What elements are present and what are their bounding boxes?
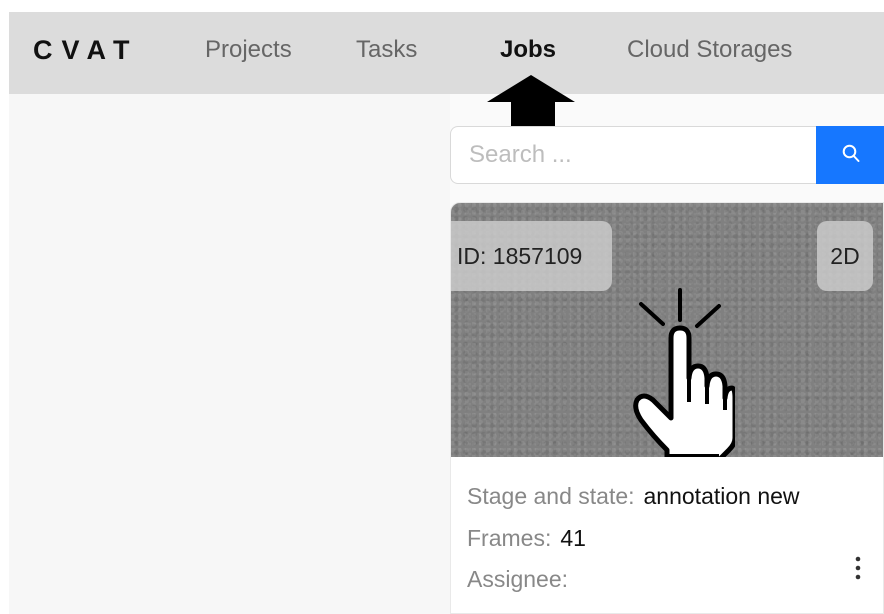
stage-state-label: Stage and state [467, 483, 629, 509]
dimension-badge: 2D [817, 221, 873, 291]
frames-label: Frames [467, 525, 545, 551]
label-colon: : [561, 566, 569, 592]
job-id-badge: ID: 1857109 [451, 221, 612, 291]
stage-state-value: annotation new [643, 483, 800, 509]
job-card[interactable]: ID: 1857109 2D Stage and state: annotatio… [450, 202, 884, 614]
assignee-label: Assignee [467, 566, 562, 592]
label-colon: : [628, 483, 635, 509]
cvat-logo[interactable]: CVAT [33, 32, 139, 68]
left-content-pane [9, 94, 450, 614]
frames-value: 41 [560, 525, 586, 551]
nav-cloud-storages[interactable]: Cloud Storages [627, 34, 792, 66]
job-preview-image[interactable]: ID: 1857109 2D [451, 203, 883, 463]
search-icon [842, 144, 860, 162]
stage-state-row: Stage and state: annotation new [467, 481, 800, 511]
assignee-row: Assignee: [467, 564, 577, 594]
pointing-hand-icon [633, 288, 735, 463]
frames-row: Frames: 41 [467, 523, 586, 553]
nav-tasks[interactable]: Tasks [356, 34, 417, 66]
job-details: Stage and state: annotation new Frames: 41… [451, 457, 883, 613]
label-colon: : [544, 525, 552, 551]
nav-jobs[interactable]: Jobs [500, 34, 556, 66]
top-whitespace [0, 0, 884, 12]
search-input[interactable] [450, 126, 816, 184]
nav-projects[interactable]: Projects [205, 34, 292, 66]
search-button[interactable] [816, 126, 884, 184]
more-vertical-icon[interactable] [846, 551, 870, 591]
